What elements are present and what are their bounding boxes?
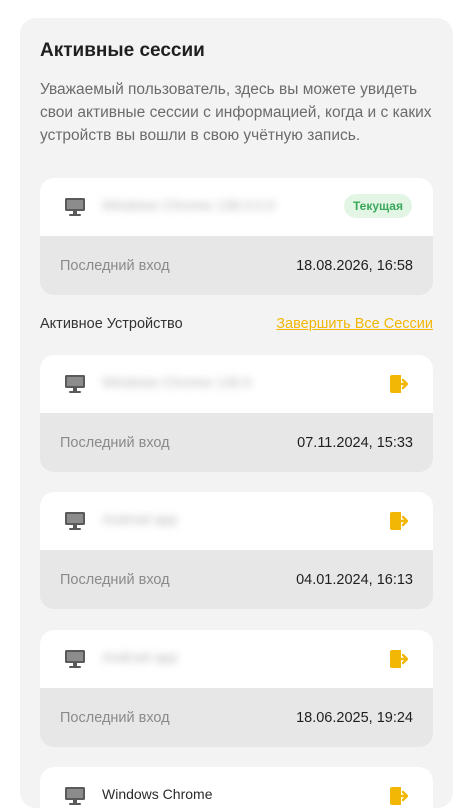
current-session-badge: Текущая (343, 194, 412, 218)
current-session-details: Последний вход 18.08.2026, 16:58 (40, 236, 433, 295)
active-sessions-panel: Активные сессии Уважаемый пользователь, … (20, 18, 453, 808)
device-name: Android app (102, 511, 178, 527)
session-card-details: Последний вход 07.11.2024, 15:33 (40, 413, 433, 472)
logout-icon[interactable] (389, 648, 411, 670)
session-card-header: Android app (40, 630, 433, 688)
active-devices-header: Активное Устройство Завершить Все Сессии (40, 316, 433, 336)
last-login-label: Последний вход (60, 258, 170, 274)
logout-icon[interactable] (389, 373, 411, 395)
device-name: Android app (102, 649, 178, 665)
device-name: Windows Chrome 138.0.0.0 (102, 197, 275, 213)
monitor-icon (65, 512, 85, 530)
last-login-label: Последний вход (60, 435, 170, 451)
session-card: Android app Последний вход 04.01.2024, 1… (40, 492, 433, 609)
monitor-icon (65, 375, 85, 393)
current-session-card: Windows Chrome 138.0.0.0 Текущая Последн… (40, 178, 433, 295)
last-login-value: 18.06.2025, 19:24 (296, 710, 413, 726)
monitor-icon (65, 787, 85, 805)
last-login-value: 07.11.2024, 15:33 (297, 435, 413, 451)
session-card-header: Windows Chrome (40, 767, 433, 808)
session-card: Windows Chrome (40, 767, 433, 808)
last-login-value: 04.01.2024, 16:13 (296, 572, 413, 588)
page-description: Уважаемый пользователь, здесь вы можете … (40, 81, 432, 144)
current-session-header: Windows Chrome 138.0.0.0 Текущая (40, 178, 433, 236)
device-name: Windows Chrome 130.0 (102, 374, 252, 390)
last-login-label: Последний вход (60, 710, 170, 726)
session-card: Android app Последний вход 18.06.2025, 1… (40, 630, 433, 747)
device-name: Windows Chrome (102, 786, 213, 802)
session-card: Windows Chrome 130.0 Последний вход 07.1… (40, 355, 433, 472)
session-card-header: Windows Chrome 130.0 (40, 355, 433, 413)
monitor-icon (65, 198, 85, 216)
end-all-sessions-link[interactable]: Завершить Все Сессии (276, 316, 433, 332)
logout-icon[interactable] (389, 785, 411, 807)
last-login-label: Последний вход (60, 572, 170, 588)
page-title: Активные сессии (40, 40, 205, 61)
last-login-value: 18.08.2026, 16:58 (296, 258, 413, 274)
session-card-header: Android app (40, 492, 433, 550)
monitor-icon (65, 650, 85, 668)
active-devices-label: Активное Устройство (40, 316, 183, 332)
session-card-details: Последний вход 04.01.2024, 16:13 (40, 550, 433, 609)
logout-icon[interactable] (389, 510, 411, 532)
session-card-details: Последний вход 18.06.2025, 19:24 (40, 688, 433, 747)
